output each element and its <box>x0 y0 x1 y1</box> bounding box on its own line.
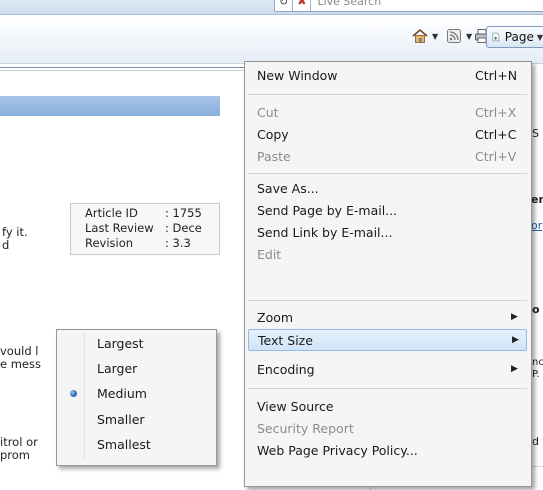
menu-separator <box>248 388 527 389</box>
menu-item-label: Send Link by E-mail... <box>257 225 393 240</box>
menu-item-label: Save As... <box>257 181 319 196</box>
menu-item-label: Web Page Privacy Policy... <box>257 443 418 458</box>
article-value: : 3.3 <box>165 236 191 250</box>
menu-item-paste[interactable]: Paste Ctrl+V <box>245 146 529 168</box>
search-input[interactable]: Live Search <box>311 0 381 9</box>
menu-item-send-link[interactable]: Send Link by E-mail... <box>245 222 529 244</box>
text-size-larger[interactable]: Larger <box>57 358 214 380</box>
submenu-item-label: Smaller <box>97 412 145 427</box>
search-box[interactable]: ↻ ✖ Live Search <box>274 0 543 12</box>
menu-item-shortcut: Ctrl+N <box>475 68 518 83</box>
submenu-item-label: Largest <box>97 336 144 351</box>
menu-item-privacy-policy[interactable]: Web Page Privacy Policy... <box>245 440 529 462</box>
menu-item-label: Cut <box>257 105 279 120</box>
menu-item-shortcut: Ctrl+C <box>475 127 517 142</box>
menu-separator <box>248 173 527 174</box>
feeds-icon <box>447 29 461 43</box>
page-text-fragment: o <box>532 304 540 316</box>
revision-row: Revision : 3.3 <box>85 236 219 251</box>
menu-item-save-as[interactable]: Save As... <box>245 178 529 200</box>
chevron-right-icon: ▶ <box>512 335 519 345</box>
page-button-label: Page <box>504 30 534 44</box>
submenu-item-label: Smallest <box>97 437 151 452</box>
feeds-button[interactable]: ▼ <box>446 26 472 46</box>
chevron-down-icon[interactable]: ▼ <box>537 33 543 42</box>
chevron-right-icon: ▶ <box>511 364 518 374</box>
stop-icon[interactable]: ✖ <box>293 0 312 11</box>
article-label: Article ID <box>85 206 138 220</box>
page-text-fragment: nc <box>532 357 543 368</box>
menu-item-label: Paste <box>257 149 291 164</box>
page-text-fragment: or <box>531 220 543 232</box>
menu-item-edit[interactable]: Edit <box>245 244 529 266</box>
last-review-row: Last Review : Dece <box>85 221 219 236</box>
submenu-item-label: Medium <box>97 386 147 401</box>
article-info-box: Article ID : 1755 Last Review : Dece Rev… <box>70 203 220 255</box>
page-button[interactable]: Page ▼ <box>486 26 543 48</box>
menu-item-label: Send Page by E-mail... <box>257 203 398 218</box>
page-text-fragment: d <box>532 436 539 448</box>
page-icon <box>492 32 500 42</box>
chevron-down-icon[interactable]: ▼ <box>466 32 472 41</box>
text-size-smaller[interactable]: Smaller <box>57 409 214 431</box>
menu-item-security-report[interactable]: Security Report <box>245 418 529 440</box>
divider <box>0 67 244 68</box>
text-size-smallest[interactable]: Smallest <box>57 434 214 456</box>
menu-item-text-size[interactable]: Text Size ▶ <box>248 329 527 351</box>
menu-item-label: Encoding <box>257 362 315 377</box>
menu-item-shortcut: Ctrl+X <box>475 105 517 120</box>
article-id-row: Article ID : 1755 <box>85 206 219 221</box>
divider <box>0 70 244 71</box>
refresh-icon[interactable]: ↻ <box>275 0 294 11</box>
menu-item-cut[interactable]: Cut Ctrl+X <box>245 102 529 124</box>
menu-item-label: Text Size <box>258 333 313 348</box>
body-text: e mess <box>0 357 41 371</box>
menu-separator <box>248 94 527 95</box>
page-text-fragment: S <box>532 128 539 140</box>
menu-item-label: Security Report <box>257 421 354 436</box>
body-text: prom <box>0 448 31 462</box>
submenu-item-label: Larger <box>97 361 138 376</box>
chevron-right-icon: ▶ <box>511 312 518 322</box>
menu-item-label: Copy <box>257 127 289 142</box>
menu-separator <box>248 300 527 301</box>
menu-item-new-window[interactable]: New Window Ctrl+N <box>245 65 529 87</box>
body-text: d <box>2 238 10 252</box>
home-button[interactable]: ▼ <box>412 26 438 46</box>
text-size-largest[interactable]: Largest <box>57 333 214 355</box>
page-text-fragment: P. <box>532 369 540 380</box>
address-bar-area: ↻ ✖ Live Search <box>0 0 543 15</box>
article-value: : Dece <box>165 221 202 235</box>
section-header-bar <box>0 96 220 116</box>
article-label: Revision <box>85 236 134 250</box>
text-size-submenu: Largest Larger Medium Smaller Smallest <box>56 329 217 466</box>
home-icon <box>412 28 428 43</box>
article-value: : 1755 <box>165 206 202 220</box>
article-label: Last Review <box>85 221 154 235</box>
menu-item-shortcut: Ctrl+V <box>475 149 517 164</box>
menu-item-zoom[interactable]: Zoom ▶ <box>245 307 529 329</box>
page-menu: New Window Ctrl+N Cut Ctrl+X Copy Ctrl+C… <box>244 61 532 487</box>
menu-item-send-page[interactable]: Send Page by E-mail... <box>245 200 529 222</box>
menu-item-label: New Window <box>257 68 338 83</box>
page-text-fragment: en <box>531 194 543 206</box>
menu-item-label: Zoom <box>257 310 294 325</box>
menu-item-label: Edit <box>257 247 282 262</box>
chevron-down-icon[interactable]: ▼ <box>432 32 438 41</box>
menu-item-copy[interactable]: Copy Ctrl+C <box>245 124 529 146</box>
menu-item-label: View Source <box>257 399 334 414</box>
menu-item-encoding[interactable]: Encoding ▶ <box>245 359 529 381</box>
menu-item-view-source[interactable]: View Source <box>245 396 529 418</box>
selected-radio-icon <box>70 390 77 397</box>
text-size-medium[interactable]: Medium <box>57 383 214 405</box>
